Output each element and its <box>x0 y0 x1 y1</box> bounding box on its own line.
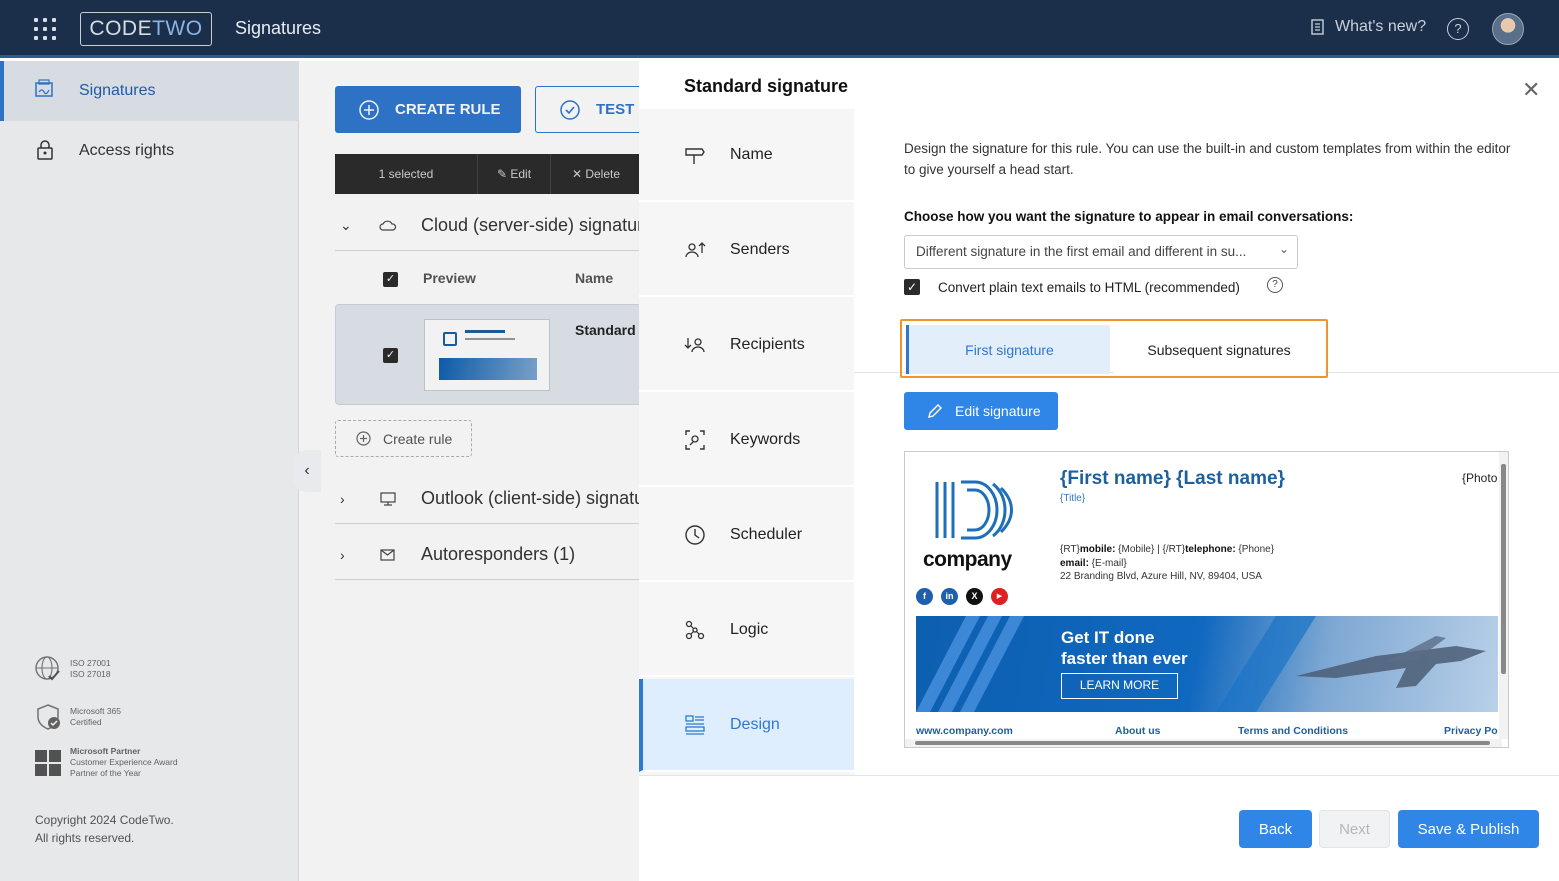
whats-new-label: What's new? <box>1335 18 1427 35</box>
footer-link[interactable]: www.company.com <box>916 725 1013 737</box>
help-icon[interactable]: ? <box>1267 277 1283 293</box>
app-title: Signatures <box>235 18 322 38</box>
telephone-value: {Phone} <box>1235 544 1275 555</box>
news-icon <box>1311 19 1324 35</box>
signature-name: {First name} {Last name} <box>1060 468 1285 489</box>
logic-icon <box>685 620 705 640</box>
youtube-icon[interactable]: ▶ <box>991 588 1008 605</box>
banner-graphic <box>916 616 1486 712</box>
convert-html-checkbox[interactable]: ✓ <box>904 279 920 295</box>
wizard-steps: Name Senders Recipients Keywords Schedul… <box>639 109 854 775</box>
banner-line: Get IT done <box>1061 628 1155 647</box>
step-scheduler[interactable]: Scheduler <box>639 489 854 582</box>
step-keywords[interactable]: Keywords <box>639 394 854 487</box>
clock-icon <box>685 525 705 545</box>
phone-prefix: {RT} <box>1060 544 1080 555</box>
next-button[interactable]: Next <box>1319 810 1390 848</box>
keywords-icon <box>685 430 705 450</box>
tab-subsequent-signatures[interactable]: Subsequent signatures <box>1114 325 1324 374</box>
preview-vertical-scrollbar[interactable] <box>1499 452 1508 739</box>
signature-phone-line: {RT}mobile: {Mobile} | {/RT}telephone: {… <box>1060 543 1274 557</box>
pencil-icon <box>928 404 942 418</box>
telephone-label: telephone: <box>1185 544 1236 555</box>
x-icon[interactable]: X <box>966 588 983 605</box>
mobile-label: mobile: <box>1079 544 1116 555</box>
collapse-sidebar-button[interactable]: ‹ <box>293 450 321 492</box>
conversation-mode-select[interactable]: Different signature in the first email a… <box>904 235 1298 269</box>
user-avatar[interactable] <box>1492 13 1524 45</box>
senders-icon <box>685 242 706 258</box>
facebook-icon[interactable]: f <box>916 588 933 605</box>
step-recipients[interactable]: Recipients <box>639 299 854 392</box>
step-design[interactable]: Design <box>639 679 854 772</box>
chevron-down-icon[interactable]: ⌄ <box>1279 242 1289 256</box>
learn-more-button[interactable]: LEARN MORE <box>1061 673 1178 699</box>
back-button[interactable]: Back <box>1239 810 1312 848</box>
step-label: Keywords <box>730 430 801 448</box>
footer-link[interactable]: About us <box>1115 725 1161 737</box>
banner-line: faster than ever <box>1061 649 1188 668</box>
conversation-mode-label: Choose how you want the signature to app… <box>904 209 1354 224</box>
close-icon[interactable]: ✕ <box>1522 77 1540 103</box>
step-label: Recipients <box>730 335 805 353</box>
convert-html-label: Convert plain text emails to HTML (recom… <box>938 280 1240 295</box>
top-bar: CODETWO Signatures What's new? ? <box>0 0 1559 58</box>
whats-new-link[interactable]: What's new? <box>1309 18 1426 36</box>
tab-first-signature[interactable]: First signature <box>906 325 1110 374</box>
mobile-value: {Mobile} | {/RT} <box>1115 544 1186 555</box>
recipients-icon <box>684 338 705 353</box>
signature-title: {Title} <box>1060 493 1086 504</box>
step-label: Scheduler <box>730 525 803 543</box>
panel-title: Standard signature <box>684 76 849 96</box>
step-label: Senders <box>730 240 790 258</box>
signature-address: 22 Branding Blvd, Azure Hill, NV, 89404,… <box>1060 571 1262 582</box>
footer-link[interactable]: Privacy Po <box>1444 725 1498 737</box>
design-icon <box>685 715 705 735</box>
signature-email-line: email: {E-mail} <box>1060 557 1274 571</box>
step-name[interactable]: Name <box>639 109 854 202</box>
signature-contact-details: {RT}mobile: {Mobile} | {/RT}telephone: {… <box>1060 543 1274 584</box>
step-logic[interactable]: Logic <box>639 584 854 677</box>
edit-signature-label: Edit signature <box>955 403 1041 419</box>
design-content: Design the signature for this rule. You … <box>854 109 1559 775</box>
help-icon[interactable]: ? <box>1447 18 1469 40</box>
signpost-icon <box>685 148 705 164</box>
edit-signature-button[interactable]: Edit signature <box>904 392 1058 430</box>
save-publish-button[interactable]: Save & Publish <box>1398 810 1539 848</box>
signature-photo-placeholder: {Photo <box>1462 471 1498 485</box>
footer-link[interactable]: Terms and Conditions <box>1238 725 1348 737</box>
signature-preview: company f in X ▶ {First name} {Last name… <box>904 451 1509 748</box>
signature-tabs: First signature Subsequent signatures <box>900 319 1328 378</box>
step-label: Design <box>730 715 780 733</box>
banner-headline: Get IT done faster than ever <box>1061 627 1188 669</box>
step-label: Logic <box>730 620 769 638</box>
signature-company: company <box>923 548 1012 571</box>
step-senders[interactable]: Senders <box>639 204 854 297</box>
linkedin-icon[interactable]: in <box>941 588 958 605</box>
codetwo-logo[interactable]: CODETWO <box>80 12 212 46</box>
step-label: Name <box>730 145 773 163</box>
signature-banner[interactable]: Get IT done faster than ever LEARN MORE <box>916 616 1498 712</box>
rule-editor-panel: Standard signature ✕ Name Senders Recipi… <box>639 61 1559 881</box>
design-intro: Design the signature for this rule. You … <box>904 141 1511 177</box>
email-value: {E-mail} <box>1088 557 1127 569</box>
app-launcher-icon[interactable] <box>34 18 56 40</box>
footer-divider <box>639 775 1559 776</box>
email-label: email: <box>1060 557 1089 569</box>
preview-horizontal-scrollbar[interactable] <box>905 739 1502 747</box>
